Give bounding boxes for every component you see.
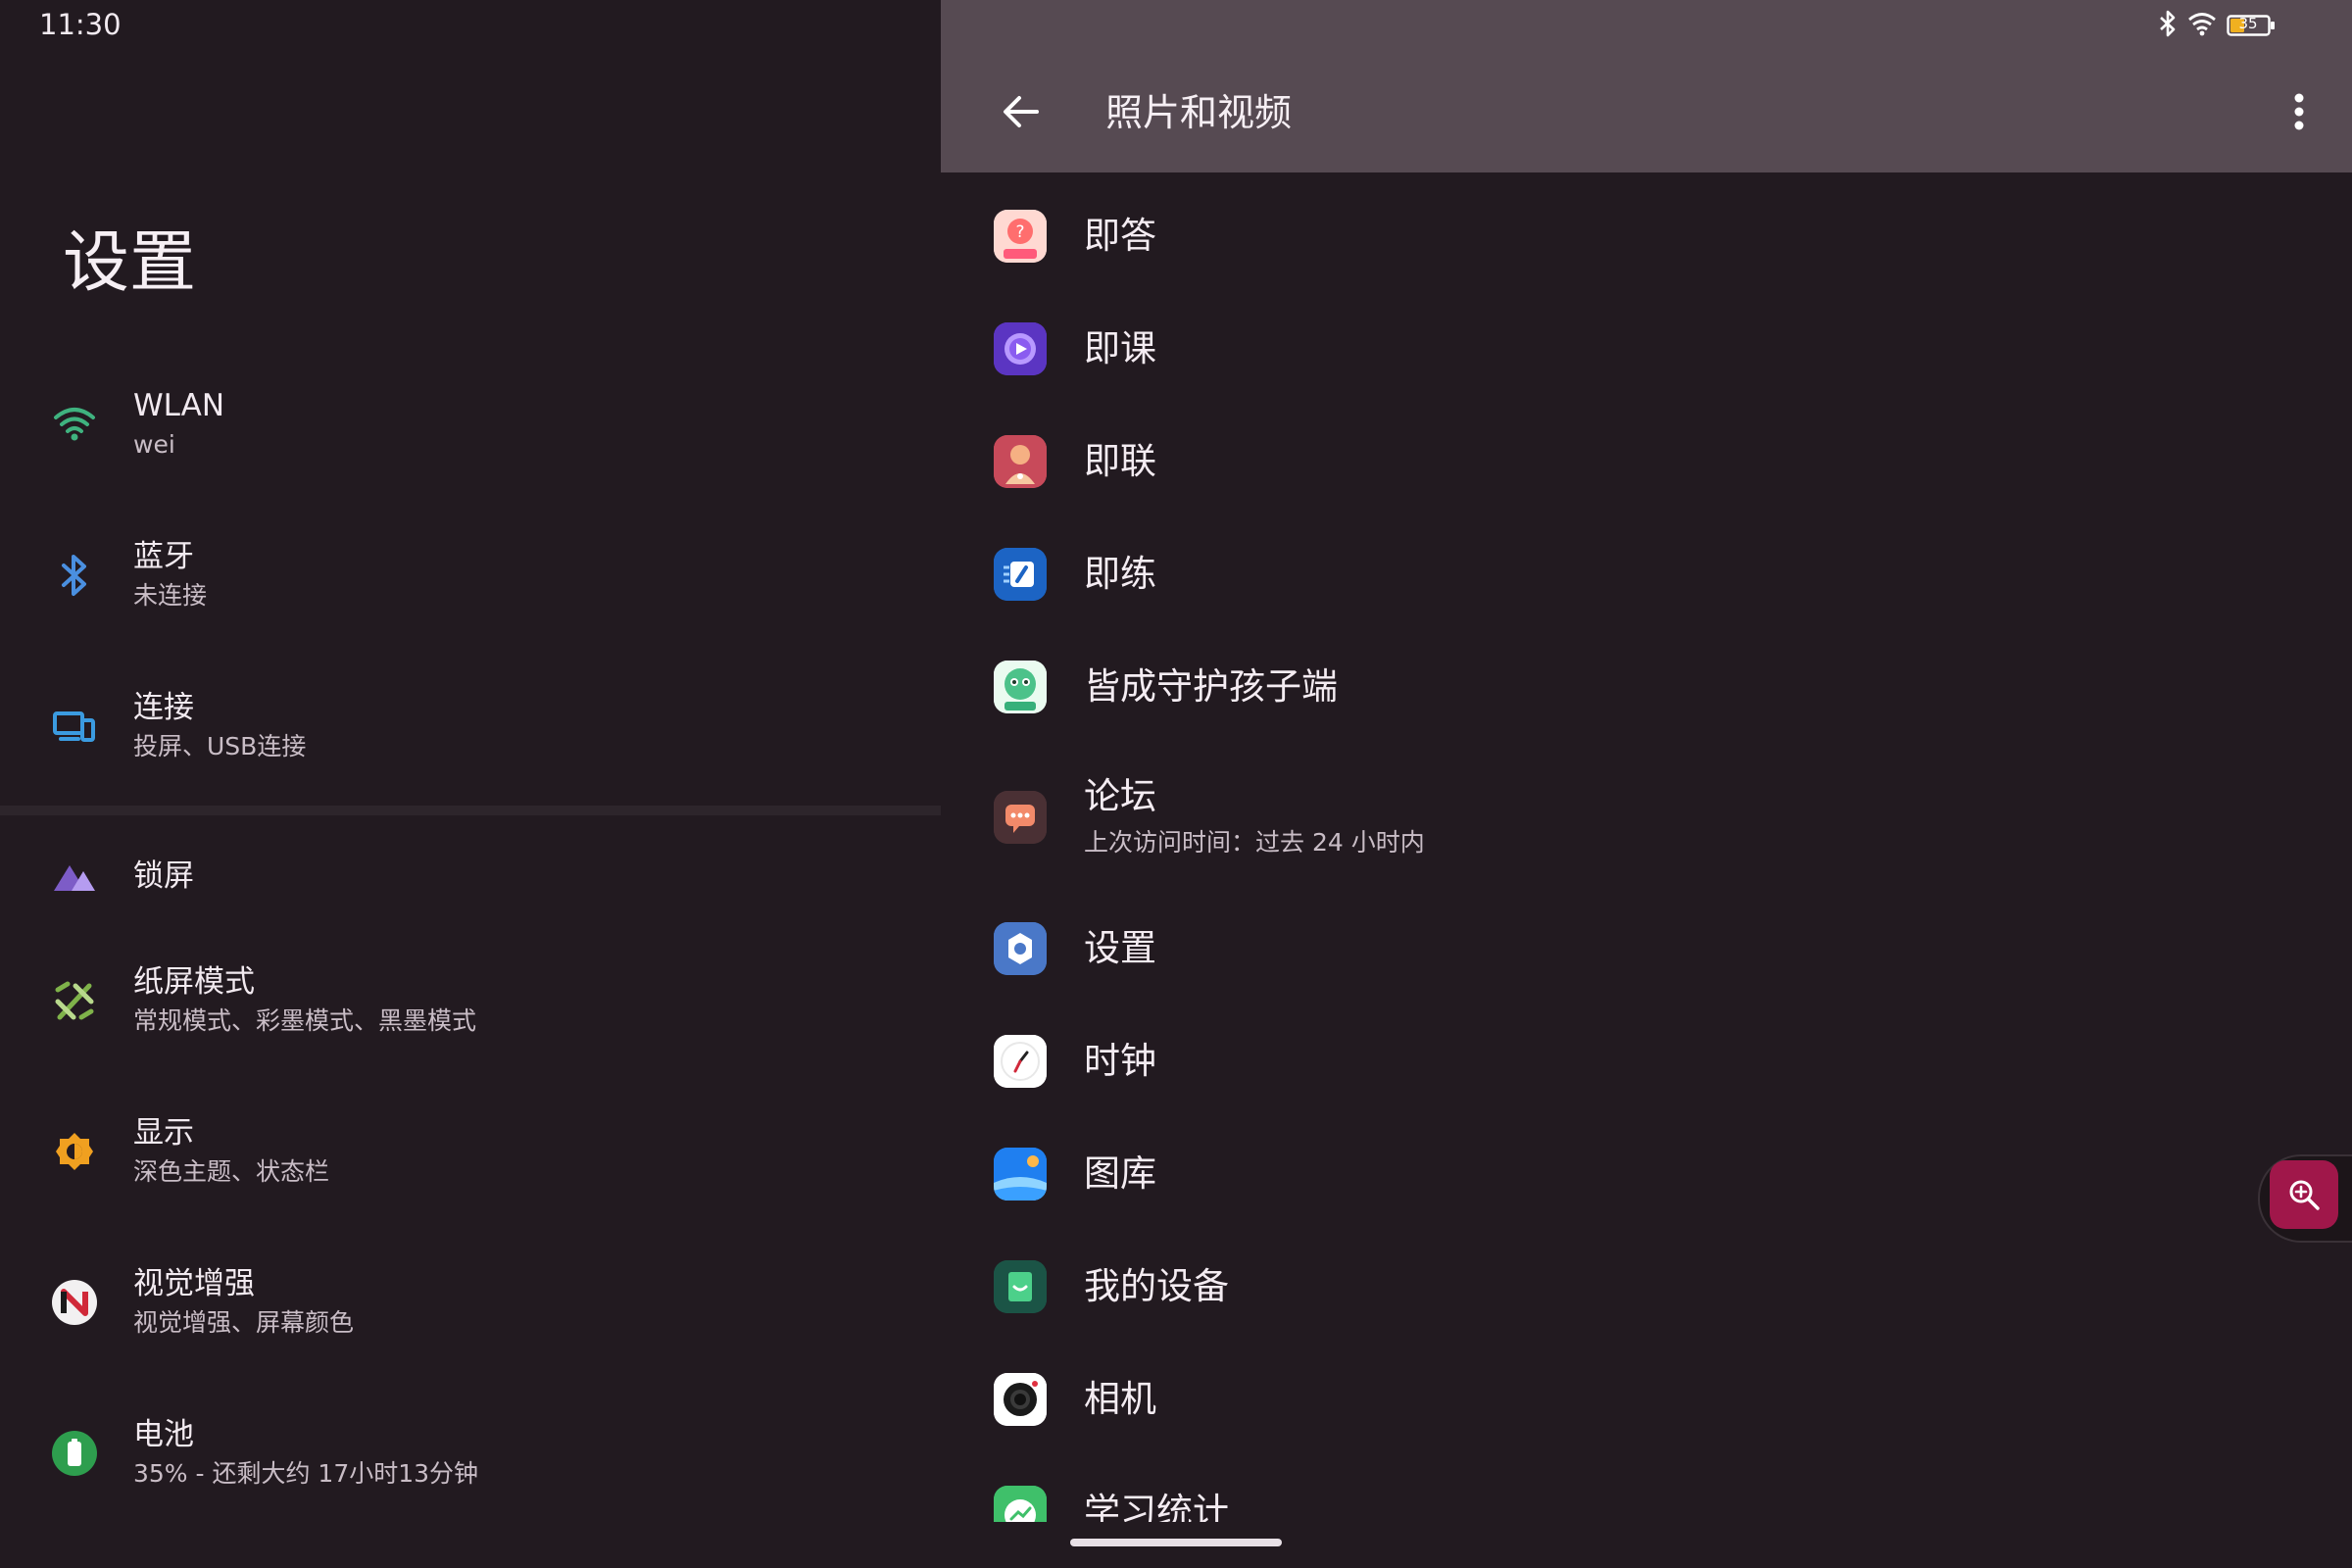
brightness-icon: [49, 1126, 100, 1177]
settings-item-label: 蓝牙: [133, 539, 194, 574]
jilian-practice-app-icon: [994, 547, 1047, 601]
settings-item-wlan[interactable]: WLAN wei: [0, 349, 941, 500]
app-name: 皆成守护孩子端: [1084, 664, 1338, 708]
settings-panel: 11:30 设置 WLAN wei 蓝牙 未连接 连接 投屏、USB连接 锁屏 …: [0, 0, 941, 1568]
page-title: 照片和视频: [1105, 91, 1293, 134]
app-row-jida[interactable]: ? 即答: [941, 179, 2352, 292]
settings-item-connection[interactable]: 连接 投屏、USB连接: [0, 651, 941, 802]
app-row-jike[interactable]: 即课: [941, 292, 2352, 405]
wifi-icon: [49, 399, 100, 450]
app-name: 我的设备: [1084, 1264, 1229, 1307]
app-row-jilian-practice[interactable]: 即练: [941, 517, 2352, 630]
app-list: ? 即答 即课 即联 即练 皆成守护孩子端 论坛 上次访问时间：过去 24 小时…: [941, 179, 2352, 1522]
page-title: 设置: [63, 224, 197, 302]
svg-text:?: ?: [1015, 222, 1024, 242]
settings-app-icon: [994, 921, 1047, 975]
more-vert-icon: [2294, 93, 2304, 130]
lockscreen-icon: [49, 851, 100, 902]
forum-app-icon: [994, 791, 1047, 844]
app-row-gallery[interactable]: 图库: [941, 1117, 2352, 1230]
app-name: 论坛: [1084, 775, 1156, 817]
settings-item-label: 视觉增强: [133, 1266, 255, 1301]
settings-menu: WLAN wei 蓝牙 未连接 连接 投屏、USB连接 锁屏 纸屏模式 常规模式…: [0, 349, 941, 1529]
app-bar: 35 照片和视频: [941, 0, 2352, 172]
settings-item-summary: wei: [133, 430, 175, 459]
app-last-access: 上次访问时间：过去 24 小时内: [1084, 828, 1425, 857]
app-name: 学习统计: [1084, 1490, 1229, 1523]
app-row-my-device[interactable]: 我的设备: [941, 1230, 2352, 1343]
settings-item-label: 锁屏: [133, 858, 194, 894]
gallery-app-icon: [994, 1147, 1047, 1200]
app-name: 图库: [1084, 1152, 1156, 1195]
settings-item-summary: 深色主题、状态栏: [133, 1157, 330, 1186]
app-name: 相机: [1084, 1377, 1156, 1420]
section-divider: [0, 806, 941, 815]
guardian-child-app-icon: [994, 660, 1047, 713]
study-stats-app-icon: [994, 1485, 1047, 1522]
status-time: 11:30: [39, 8, 122, 41]
app-name: 设置: [1084, 926, 1156, 969]
bluetooth-icon: [49, 550, 100, 601]
magnifier-button[interactable]: [2270, 1160, 2338, 1229]
camera-app-icon: [994, 1372, 1047, 1426]
my-device-app-icon: [994, 1259, 1047, 1313]
settings-item-label: 纸屏模式: [133, 964, 255, 1000]
battery-level-text: 35: [2238, 15, 2258, 32]
settings-item-summary: 常规模式、彩墨模式、黑墨模式: [133, 1006, 477, 1035]
paper-mode-icon: [49, 975, 100, 1026]
app-row-settings[interactable]: 设置: [941, 892, 2352, 1004]
settings-item-summary: 未连接: [133, 581, 208, 610]
app-name: 时钟: [1084, 1039, 1156, 1082]
app-row-jilian[interactable]: 即联: [941, 405, 2352, 517]
devices-icon: [49, 701, 100, 752]
battery-icon: [49, 1428, 100, 1479]
settings-item-lockscreen[interactable]: 锁屏: [0, 827, 941, 925]
wifi-status-icon: [2187, 11, 2217, 40]
app-row-clock[interactable]: 时钟: [941, 1004, 2352, 1117]
visual-enhance-icon: [49, 1277, 100, 1328]
app-row-study-stats[interactable]: 学习统计: [941, 1455, 2352, 1522]
app-name: 即课: [1084, 326, 1156, 369]
jilian-app-icon: [994, 434, 1047, 488]
battery-status-icon: 35: [2227, 14, 2276, 37]
settings-item-label: 电池: [133, 1417, 194, 1452]
settings-item-label: 连接: [133, 690, 194, 725]
app-row-forum[interactable]: 论坛 上次访问时间：过去 24 小时内: [941, 743, 2352, 892]
app-name: 即练: [1084, 552, 1156, 595]
app-row-guardian-child[interactable]: 皆成守护孩子端: [941, 630, 2352, 743]
more-options-button[interactable]: [2279, 84, 2319, 139]
jida-app-icon: ?: [994, 209, 1047, 263]
settings-item-display[interactable]: 显示 深色主题、状态栏: [0, 1076, 941, 1227]
settings-item-paper-mode[interactable]: 纸屏模式 常规模式、彩墨模式、黑墨模式: [0, 925, 941, 1076]
photos-videos-panel: 35 照片和视频 ? 即答 即课 即联 即练 皆成守护孩子端 论坛 上次访问时间…: [941, 0, 2352, 1568]
settings-item-battery[interactable]: 电池 35% - 还剩大约 17小时13分钟: [0, 1378, 941, 1529]
settings-item-label: WLAN: [133, 388, 225, 423]
gesture-nav-handle[interactable]: [1070, 1539, 1282, 1546]
zoom-in-icon: [2289, 1180, 2320, 1210]
clock-app-icon: [994, 1034, 1047, 1088]
status-icons: 35: [2158, 10, 2276, 41]
app-name: 即联: [1084, 439, 1156, 482]
app-name: 即答: [1084, 214, 1156, 257]
settings-item-summary: 35% - 还剩大约 17小时13分钟: [133, 1459, 479, 1488]
back-button[interactable]: [990, 84, 1053, 139]
arrow-back-icon: [1004, 96, 1039, 127]
settings-item-bluetooth[interactable]: 蓝牙 未连接: [0, 500, 941, 651]
bluetooth-status-icon: [2158, 10, 2178, 41]
settings-item-summary: 投屏、USB连接: [133, 732, 307, 760]
settings-item-visual-enhance[interactable]: 视觉增强 视觉增强、屏幕颜色: [0, 1227, 941, 1378]
app-row-camera[interactable]: 相机: [941, 1343, 2352, 1455]
jike-app-icon: [994, 321, 1047, 375]
settings-item-label: 显示: [133, 1115, 194, 1151]
settings-item-summary: 视觉增强、屏幕颜色: [133, 1308, 355, 1337]
